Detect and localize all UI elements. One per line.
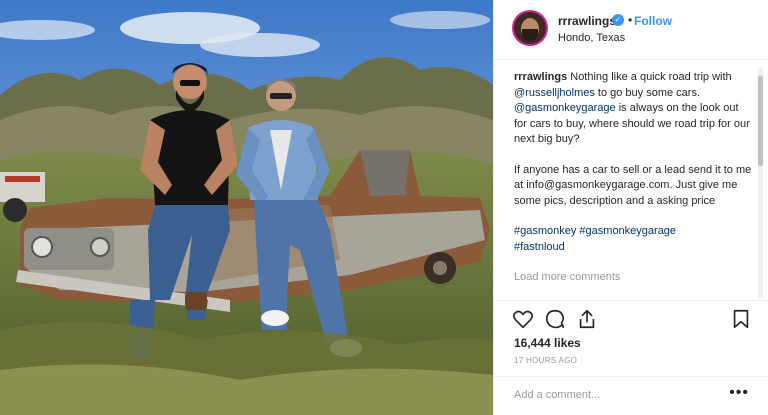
comments-scrollbar[interactable]: [758, 68, 763, 298]
post-side-panel: rrrawlings ✓ • Follow Hondo, Texas rrraw…: [493, 0, 768, 415]
caption-paragraph-2: If anyone has a car to sell or a lead se…: [514, 163, 752, 207]
mention-russelljholmes[interactable]: @russelljholmes: [514, 87, 595, 99]
caption-paragraph-1: rrrawlings Nothing like a quick road tri…: [514, 70, 754, 148]
mention-gasmonkeygarage[interactable]: @gasmonkeygarage: [514, 102, 616, 114]
username-link[interactable]: rrrawlings: [558, 14, 616, 28]
bookmark-icon[interactable]: [730, 308, 752, 330]
likes-count[interactable]: 16,444 likes: [514, 336, 581, 350]
post-header: rrrawlings ✓ • Follow Hondo, Texas: [494, 0, 768, 60]
caption-text-2: to go buy some cars.: [594, 86, 701, 99]
post-actions-bar: [494, 300, 768, 334]
caption-gap-2: [514, 209, 754, 224]
post-caption: rrrawlings Nothing like a quick road tri…: [514, 70, 754, 255]
photo-scene: [0, 0, 493, 415]
verified-badge-icon: ✓: [612, 14, 624, 26]
heart-icon[interactable]: [512, 308, 534, 330]
partially-hidden-comment: [514, 291, 754, 299]
caption-text-1: Nothing like a quick road trip with: [567, 71, 732, 83]
comment-bar: •••: [494, 376, 768, 415]
post-photo[interactable]: [0, 0, 493, 415]
scrollbar-thumb[interactable]: [758, 76, 763, 166]
load-more-comments-button[interactable]: Load more comments: [514, 271, 620, 283]
share-icon[interactable]: [576, 308, 598, 330]
caption-hashtags[interactable]: #gasmonkey #gasmonkeygarage: [514, 224, 754, 240]
follow-button[interactable]: Follow: [634, 14, 672, 28]
avatar[interactable]: [512, 10, 548, 46]
more-options-button[interactable]: •••: [729, 384, 749, 402]
caption-author[interactable]: rrrawlings: [514, 71, 567, 83]
comment-icon[interactable]: [544, 308, 566, 330]
post-timestamp[interactable]: 17 HOURS AGO: [514, 356, 577, 365]
caption-gap: [514, 148, 754, 163]
caption-hashtag-fastnloud[interactable]: #fastnloud: [514, 240, 754, 256]
avatar-beard: [522, 29, 538, 41]
separator-dot: •: [628, 13, 633, 27]
location-link[interactable]: Hondo, Texas: [558, 32, 625, 44]
comment-input[interactable]: [514, 389, 714, 401]
